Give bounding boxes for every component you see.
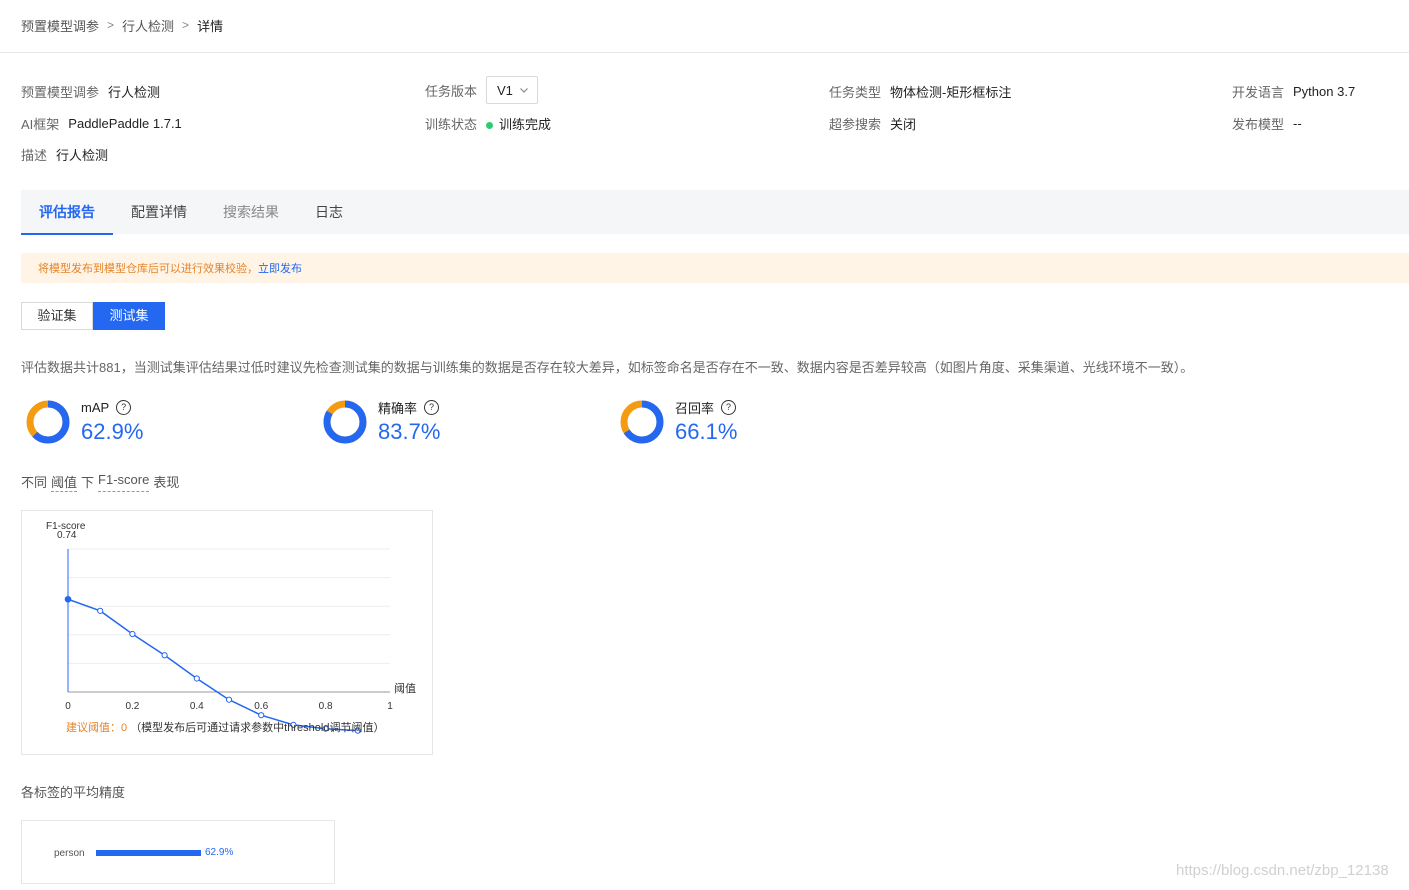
metric-precision: 精确率? 83.7%: [321, 398, 440, 446]
validation-set-button[interactable]: 验证集: [21, 302, 93, 330]
svg-text:建议阈值：0 （模型发布后可通过请求参数中thr: 建议阈值：0 （模型发布后可通过请求参数中threshold调节阈值）: [66, 720, 384, 734]
breadcrumb-item[interactable]: 行人检测: [122, 16, 174, 35]
chevron-down-icon: [520, 88, 528, 93]
f1-section-title: 不同 阈值 下 F1-score 表现: [21, 472, 180, 492]
metric-name: 召回率: [675, 400, 715, 416]
info-desc: 描述 行人检测: [21, 148, 109, 163]
dataset-segment: 验证集 测试集: [21, 302, 165, 330]
metric-value: 66.1%: [675, 419, 738, 444]
donut-chart: [620, 400, 664, 444]
ap-value: 62.9%: [205, 847, 234, 858]
publish-notice: 将模型发布到模型仓库后可以进行效果校验， 立即发布: [21, 253, 1409, 283]
x-tick-label: 0: [65, 701, 71, 712]
data-point: [64, 595, 72, 603]
notice-text: 将模型发布到模型仓库后可以进行效果校验，: [38, 263, 258, 275]
ap-bar: [96, 850, 202, 856]
f1-series-line: [67, 598, 358, 732]
breadcrumb-current: 详情: [197, 18, 224, 34]
breadcrumb-item[interactable]: 预置模型调参: [21, 16, 99, 35]
help-icon[interactable]: ?: [721, 399, 737, 415]
x-tick-label: 0.4: [190, 701, 204, 712]
info-preset: 预置模型调参 行人检测: [21, 85, 161, 100]
metric-name: 精确率: [378, 400, 418, 416]
f1-chart-card: F1-score 0.74 阈值 0 0.2 0.4 0.6 0.8 1 建议阈值：0 （…: [21, 510, 433, 755]
ap-label: person: [54, 848, 85, 859]
info-version: 任务版本 V1: [425, 76, 539, 104]
metric-map: mAP? 62.9%: [24, 398, 143, 446]
tab-logs[interactable]: 日志: [297, 190, 361, 234]
info-publish: 发布模型 --: [1232, 116, 1302, 132]
status-text: 训练完成: [499, 117, 552, 132]
publish-now-link[interactable]: 立即发布: [258, 260, 302, 276]
metric-name: mAP: [81, 399, 110, 415]
info-task-type: 任务类型 物体检测-矩形框标注: [829, 85, 1012, 100]
ap-section-title: 各标签的平均精度: [21, 785, 126, 800]
test-set-button[interactable]: 测试集: [93, 302, 165, 330]
info-framework: AI框架 PaddlePaddle 1.7.1: [21, 116, 182, 132]
tab-eval-report[interactable]: 评估报告: [21, 190, 113, 235]
tab-search-results[interactable]: 搜索结果: [205, 190, 297, 234]
x-tick-label: 1: [387, 701, 393, 712]
eval-description: 评估数据共计881，当测试集评估结果过低时建议先检查测试集的数据与训练集的数据是…: [21, 360, 1194, 375]
x-tick-label: 0.6: [254, 701, 268, 712]
data-point: [97, 607, 104, 614]
help-icon[interactable]: ?: [424, 399, 440, 415]
version-select[interactable]: V1: [486, 76, 539, 104]
help-icon[interactable]: ?: [116, 399, 132, 415]
donut-chart: [26, 400, 70, 444]
info-hyper-search: 超参搜索 关闭: [829, 117, 917, 132]
x-tick-label: 0.8: [319, 701, 333, 712]
f1-line-chart: F1-score 0.74 阈值 0 0.2 0.4 0.6 0.8 1 建议阈值：0 （…: [46, 521, 416, 734]
chevron-right-icon: >: [107, 18, 115, 32]
data-point: [129, 630, 136, 638]
tab-bar: 评估报告 配置详情 搜索结果 日志: [21, 190, 1409, 235]
data-point: [193, 675, 200, 682]
x-tick-label: 0.2: [125, 701, 139, 712]
chevron-right-icon: >: [182, 18, 190, 32]
status-dot: [486, 122, 494, 129]
divider: [0, 52, 1409, 53]
x-axis-title: 阈值: [394, 681, 416, 695]
y-top-label: 0.74: [57, 530, 77, 541]
metric-value: 83.7%: [378, 419, 441, 444]
data-point: [161, 652, 168, 659]
tab-config-details[interactable]: 配置详情: [113, 190, 205, 234]
suggested-threshold: 建议阈值：0: [66, 720, 127, 734]
ap-chart-card: person 62.9%: [21, 820, 335, 884]
watermark: https://blog.csdn.net/zbp_12138: [1176, 862, 1389, 879]
data-point: [225, 696, 233, 703]
metric-recall: 召回率? 66.1%: [618, 398, 737, 446]
info-language: 开发语言 Python 3.7: [1232, 84, 1356, 100]
metric-value: 62.9%: [81, 419, 144, 444]
data-point: [258, 712, 265, 719]
info-train-status: 训练状态 训练完成: [425, 117, 552, 132]
threshold-note: （模型发布后可通过请求参数中threshold调节阈值）: [130, 720, 384, 734]
donut-chart: [323, 400, 367, 444]
breadcrumb: 预置模型调参 > 行人检测 > 详情: [21, 16, 223, 34]
